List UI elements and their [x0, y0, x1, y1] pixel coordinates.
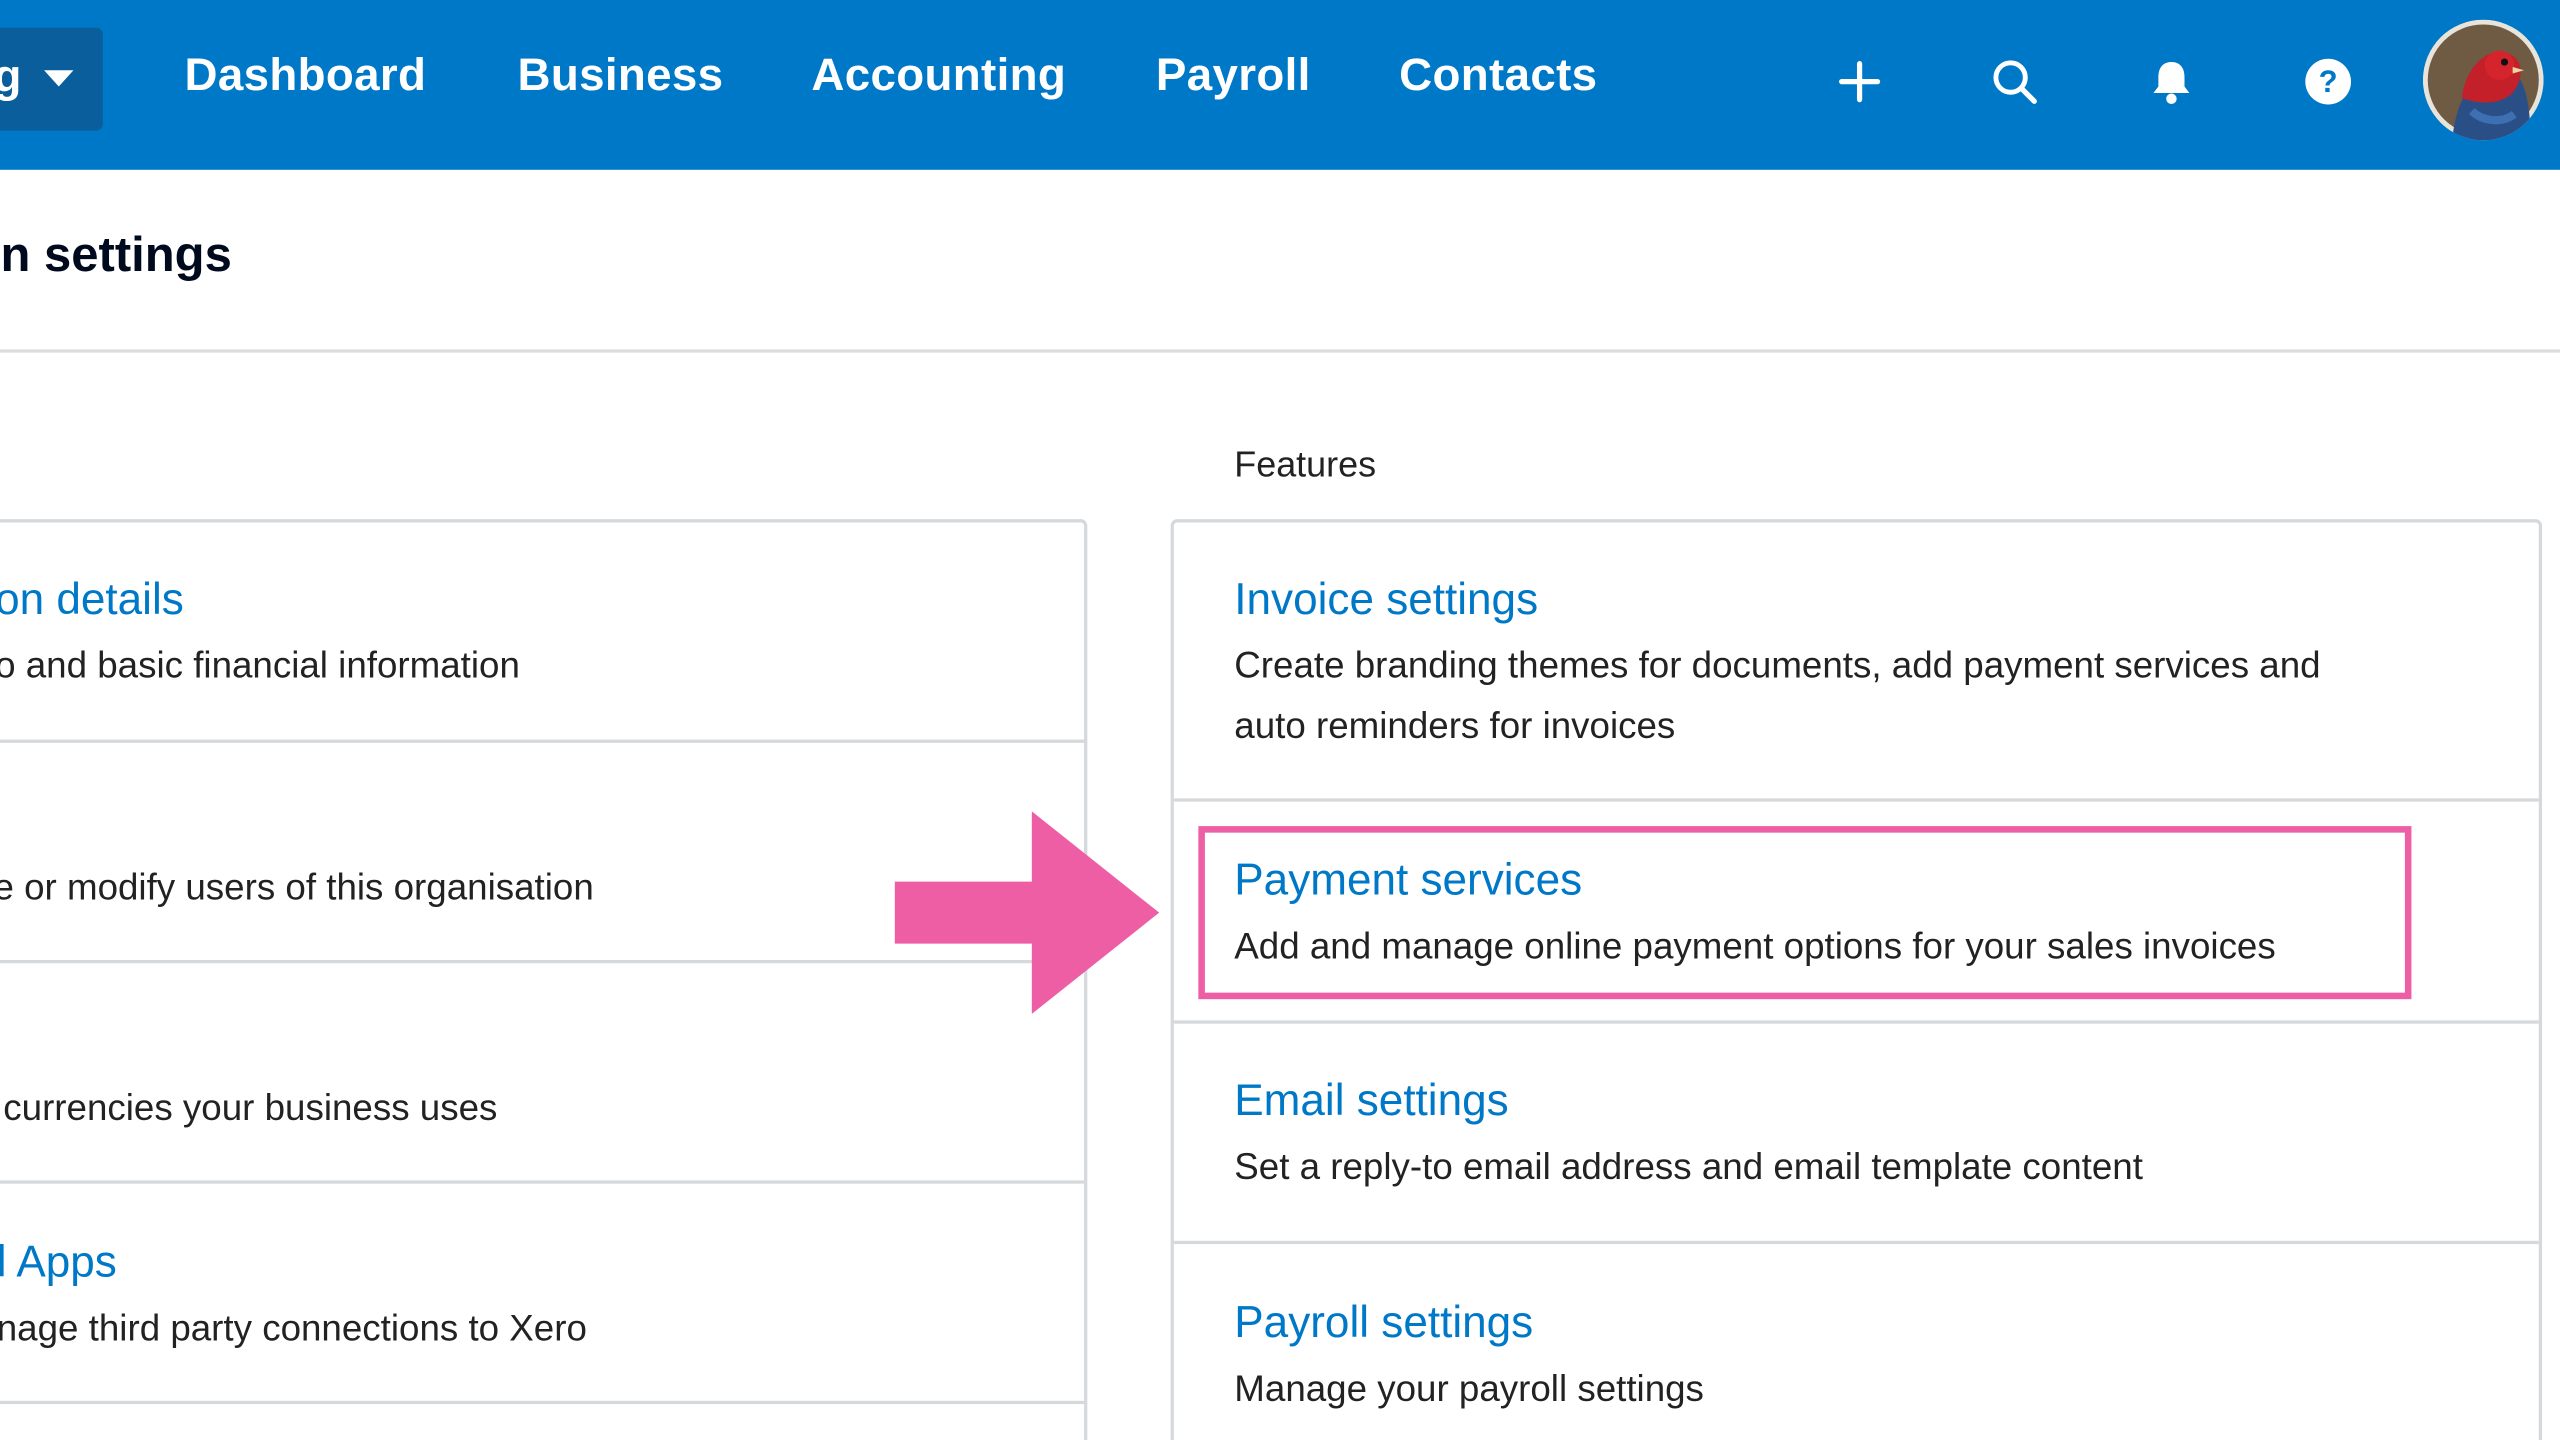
nav-contacts[interactable]: Contacts [1399, 49, 1597, 101]
connected-apps-description: nage third party connections to Xero [0, 1307, 587, 1349]
row-divider [1173, 1240, 2539, 1245]
payroll-settings-description: Manage your payroll settings [1234, 1368, 1704, 1409]
search-icon[interactable] [1982, 49, 2047, 114]
nav-accounting[interactable]: Accounting [811, 49, 1066, 101]
payment-services-highlight-box [1198, 826, 2412, 1000]
nav-business[interactable]: Business [518, 49, 724, 101]
row-divider [0, 739, 1085, 743]
connected-apps-link[interactable]: l Apps [0, 1238, 117, 1289]
organisation-details-description: o and basic financial information [0, 644, 520, 686]
invoice-settings-link[interactable]: Invoice settings [1234, 575, 1538, 626]
email-settings-link[interactable]: Email settings [1234, 1076, 1508, 1127]
row-divider [1173, 798, 2539, 802]
currencies-description: currencies your business uses [3, 1087, 498, 1129]
features-section-label: Features [1234, 444, 1377, 485]
organisation-details-link[interactable]: on details [0, 575, 184, 626]
user-avatar[interactable] [2422, 19, 2544, 141]
invoice-settings-description-line2: auto reminders for invoices [1234, 705, 1676, 747]
plus-icon[interactable] [1827, 49, 1892, 114]
top-navigation-bar: g Dashboard Business Accounting Payroll … [0, 0, 2560, 170]
title-divider [0, 349, 2560, 353]
nav-dashboard[interactable]: Dashboard [184, 49, 426, 101]
organisation-name: g [0, 51, 21, 103]
organisation-switcher[interactable]: g [0, 27, 103, 131]
email-settings-description: Set a reply-to email address and email t… [1234, 1146, 2143, 1187]
svg-text:?: ? [2319, 64, 2338, 99]
help-icon[interactable]: ? [2296, 49, 2361, 114]
nav-payroll[interactable]: Payroll [1156, 49, 1311, 101]
pointer-arrow-icon [894, 811, 1160, 1014]
bell-icon[interactable] [2139, 49, 2204, 114]
row-divider [1173, 1020, 2539, 1024]
row-divider [0, 1400, 1085, 1405]
page-title: on settings [0, 228, 232, 283]
caret-down-icon [44, 70, 74, 87]
row-divider [0, 1180, 1085, 1184]
users-description: e or modify users of this organisation [0, 866, 594, 908]
payroll-settings-link[interactable]: Payroll settings [1234, 1298, 1533, 1349]
invoice-settings-description-line1: Create branding themes for documents, ad… [1234, 644, 2321, 686]
